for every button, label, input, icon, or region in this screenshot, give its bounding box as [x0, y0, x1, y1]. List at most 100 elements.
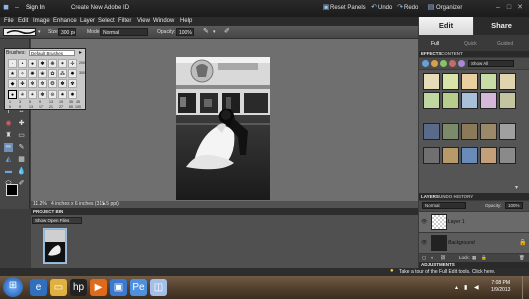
brush-preset[interactable]: ✼ [38, 79, 47, 88]
internet-explorer-icon[interactable]: e [30, 279, 47, 296]
minimize-small-icon[interactable]: – [13, 4, 21, 12]
brush-preset[interactable]: ✻ [28, 79, 37, 88]
show-hidden-icons-icon[interactable]: ▴ [455, 284, 458, 291]
effect-thumbnail[interactable] [423, 73, 440, 90]
effect-thumbnail[interactable] [461, 73, 478, 90]
lock-transparent-icon[interactable]: ▦ [472, 255, 476, 261]
project-bin-header[interactable]: PROJECT BIN [31, 208, 418, 215]
effect-thumbnail[interactable] [499, 92, 516, 109]
healing-brush-tool-icon[interactable]: ✚ [17, 119, 26, 128]
blur-tool-icon[interactable]: 💧 [17, 167, 26, 176]
lock-all-icon[interactable]: 🔒 [481, 255, 487, 261]
layer-opacity-input[interactable]: 100% [505, 202, 523, 209]
brush-preset[interactable]: ● [28, 59, 37, 68]
menu-window[interactable]: Window [153, 18, 174, 24]
menu-enhance[interactable]: Enhance [53, 18, 77, 24]
photoshop-elements-editor-icon[interactable]: Pe [130, 279, 147, 296]
effect-thumbnail[interactable] [480, 73, 497, 90]
filters-icon[interactable] [422, 60, 429, 67]
brush-tool-icon[interactable]: ✏ [4, 143, 13, 152]
adjustment-layer-icon[interactable]: ◐ [431, 255, 434, 260]
photo-effects-icon[interactable] [440, 60, 447, 67]
brush-preset-picker[interactable] [3, 28, 36, 36]
brush-preset[interactable]: ✢ [68, 59, 77, 68]
brush-preset[interactable]: · [8, 59, 17, 68]
taskbar-app-icon[interactable]: ◫ [150, 279, 167, 296]
pencil-tool-icon[interactable]: ✐ [17, 179, 26, 188]
brush-preset[interactable]: ✴ [28, 90, 37, 99]
effect-thumbnail[interactable] [499, 147, 516, 164]
brush-preset[interactable]: ✿ [48, 69, 57, 78]
file-explorer-icon[interactable]: ▭ [50, 279, 67, 296]
subtab-full[interactable]: Full [431, 41, 439, 47]
layer-name[interactable]: Background [448, 240, 475, 246]
volume-icon[interactable]: ◀ [474, 284, 479, 291]
effect-thumbnail[interactable] [480, 92, 497, 109]
document-photo[interactable] [176, 57, 270, 200]
mode-select[interactable]: Normal [100, 28, 148, 36]
effect-thumbnail[interactable] [423, 92, 440, 109]
brush-preset[interactable]: ✳ [18, 90, 27, 99]
organizer-button[interactable]: Organizer [436, 5, 462, 11]
layer-visibility-eye-icon[interactable]: 👁 [421, 219, 427, 225]
brush-preset[interactable]: ✧ [18, 69, 27, 78]
brush-preset[interactable]: ★ [8, 69, 17, 78]
tablet-options-icon[interactable]: ✐ [224, 27, 230, 35]
paint-bucket-tool-icon[interactable]: ◭ [4, 155, 13, 164]
status-menu-arrow-icon[interactable]: ▸ [103, 201, 106, 207]
tab-undo-history[interactable]: UNDO HISTORY [439, 194, 473, 199]
layer-row[interactable]: 👁 Background 🔒 [419, 233, 529, 254]
brush-preset[interactable]: ✤ [18, 79, 27, 88]
brush-preset[interactable]: ◆ [8, 79, 17, 88]
menu-edit[interactable]: Edit [18, 18, 28, 24]
reset-panels-button[interactable]: Reset Panels [330, 5, 366, 11]
network-icon[interactable]: ▮ [464, 284, 467, 291]
opacity-input[interactable]: 100% [176, 28, 194, 36]
menu-select[interactable]: Select [98, 18, 115, 24]
effect-thumbnail[interactable] [461, 147, 478, 164]
layer-row[interactable]: 👁 Layer 1 [419, 212, 529, 233]
blend-mode-select[interactable]: Normal [422, 202, 466, 209]
redo-button[interactable]: Redo [404, 5, 418, 11]
effect-thumbnail[interactable] [461, 92, 478, 109]
brush-preset[interactable]: ❋ [48, 59, 57, 68]
sign-in-link[interactable]: Sign In [26, 5, 45, 11]
tour-hint-link[interactable]: Take a tour of the Full Edit tools. Clic… [399, 269, 495, 275]
effects-scroll-icon[interactable]: ▾ [515, 184, 518, 191]
menu-filter[interactable]: Filter [118, 18, 131, 24]
effect-thumbnail[interactable] [442, 147, 459, 164]
brush-set-select[interactable]: Default Brushes [29, 50, 75, 56]
effect-thumbnail[interactable] [499, 123, 516, 140]
media-player-icon[interactable]: ▶ [90, 279, 107, 296]
brush-preset[interactable]: ✺ [28, 69, 37, 78]
smart-brush-tool-icon[interactable]: ✎ [17, 143, 26, 152]
red-eye-tool-icon[interactable]: ◉ [4, 119, 13, 128]
favorites-icon[interactable] [449, 60, 456, 67]
brush-preset[interactable]: ✶ [58, 59, 67, 68]
panel-menu-icon[interactable]: ▸ [79, 49, 82, 56]
tab-layers[interactable]: LAYERS [421, 194, 439, 199]
tab-edit[interactable]: Edit [419, 17, 473, 35]
gradient-tool-icon[interactable]: ▦ [17, 155, 26, 164]
effects-show-select[interactable]: Show All [468, 60, 514, 67]
window-close-icon[interactable]: ✕ [516, 4, 524, 12]
window-maximize-icon[interactable]: □ [505, 4, 513, 12]
menu-layer[interactable]: Layer [80, 18, 95, 24]
brush-preset[interactable]: ❂ [48, 79, 57, 88]
menu-file[interactable]: File [4, 18, 14, 24]
brush-preset[interactable]: • [18, 59, 27, 68]
effect-thumbnail[interactable] [423, 147, 440, 164]
effect-thumbnail[interactable] [442, 123, 459, 140]
foreground-color-swatch[interactable] [6, 184, 18, 196]
zoom-level[interactable]: 11.2% [33, 201, 47, 207]
menu-help[interactable]: Help [180, 18, 192, 24]
brush-preset[interactable]: ✽ [58, 79, 67, 88]
brush-dropdown-arrow[interactable]: ▾ [38, 29, 41, 35]
shape-tool-icon[interactable]: ▬ [4, 167, 13, 176]
brush-preset[interactable]: ✱ [38, 59, 47, 68]
effect-thumbnail[interactable] [442, 92, 459, 109]
brush-preset[interactable]: ⁂ [58, 69, 67, 78]
effect-thumbnail[interactable] [499, 73, 516, 90]
clone-stamp-tool-icon[interactable]: ♜ [4, 131, 13, 140]
hp-app-icon[interactable]: hp [70, 279, 87, 296]
